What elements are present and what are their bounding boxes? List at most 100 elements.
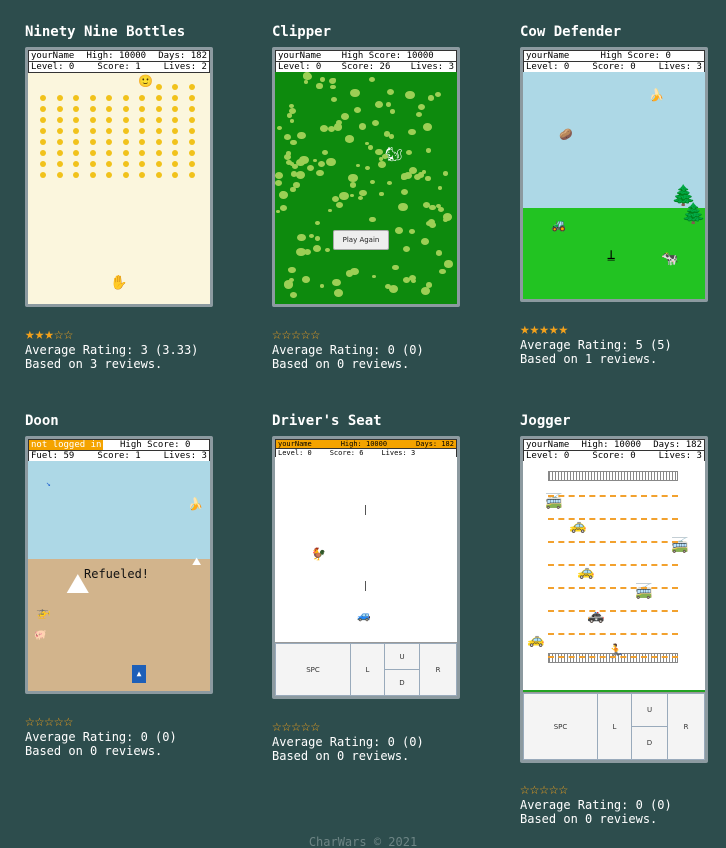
hud-days: Days: 182 bbox=[653, 440, 702, 450]
game-message: Refueled! bbox=[84, 567, 150, 581]
bottle-sprite bbox=[40, 95, 46, 101]
bottle-sprite bbox=[73, 95, 79, 101]
bush-sprite bbox=[288, 267, 293, 272]
bottle-sprite bbox=[188, 172, 195, 178]
bottle-sprite bbox=[106, 95, 112, 101]
game-title[interactable]: Clipper bbox=[272, 24, 472, 40]
left-button[interactable]: L bbox=[597, 693, 632, 760]
bush-sprite bbox=[313, 245, 322, 253]
game-playfield: ↘ 🍌 ⛰ ⛰ Refueled! 🚁 🐖 ▲ bbox=[28, 461, 210, 691]
game-thumbnail[interactable]: yourName High: 10000 Days: 182 Level: 0 Sco… bbox=[520, 436, 708, 763]
game-thumbnail[interactable]: yourName High: 10000 Days: 182 Level: 0 Sco… bbox=[272, 436, 460, 699]
bush-sprite bbox=[329, 78, 337, 85]
review-count: Based on 0 reviews. bbox=[272, 357, 410, 371]
play-again-button[interactable]: Play Again bbox=[333, 230, 389, 250]
hud-lives: Lives: 3 bbox=[381, 449, 416, 457]
game-card-clipper[interactable]: Clipper yourName High Score: 10000 Level:… bbox=[272, 24, 472, 371]
bottle-sprite bbox=[139, 139, 145, 145]
hud-lives: Lives: 3 bbox=[658, 62, 702, 72]
bush-sprite bbox=[307, 165, 315, 172]
road-marker bbox=[365, 581, 366, 591]
bush-sprite bbox=[405, 90, 415, 99]
game-card-ninety-nine-bottles[interactable]: Ninety Nine Bottles yourName High: 10000 D… bbox=[25, 24, 225, 371]
bottle-sprite bbox=[73, 150, 79, 156]
bush-sprite bbox=[398, 202, 408, 211]
bottle-sprite bbox=[172, 172, 178, 178]
game-title[interactable]: Cow Defender bbox=[520, 24, 720, 40]
bottle-sprite bbox=[56, 161, 63, 167]
bush-sprite bbox=[425, 282, 433, 288]
review-count: Based on 3 reviews. bbox=[25, 357, 163, 371]
bush-sprite bbox=[327, 208, 333, 213]
average-rating: Average Rating: 0 (0) bbox=[25, 730, 177, 744]
bottle-sprite bbox=[172, 84, 178, 90]
right-button[interactable]: R bbox=[667, 693, 705, 760]
space-button[interactable]: SPC bbox=[523, 693, 598, 760]
game-title[interactable]: Doon bbox=[25, 413, 225, 429]
hud-score: Score: 1 bbox=[97, 451, 141, 461]
game-card-cow-defender[interactable]: Cow Defender yourName High Score: 0 Level… bbox=[520, 24, 720, 366]
down-button[interactable]: D bbox=[631, 726, 668, 760]
bottle-sprite bbox=[188, 139, 195, 145]
bush-sprite bbox=[332, 278, 341, 286]
hud-player: yourName bbox=[278, 440, 312, 448]
lane-divider bbox=[548, 656, 678, 658]
bush-sprite bbox=[421, 169, 427, 174]
rock-icon: ⛰ bbox=[192, 555, 202, 568]
hud-fuel: Fuel: 59 bbox=[31, 451, 75, 461]
bottle-sprite bbox=[56, 150, 63, 156]
bottle-sprite bbox=[40, 106, 46, 112]
bush-sprite bbox=[444, 260, 453, 268]
rating-stars: ★★★★★ bbox=[520, 319, 569, 338]
hud-high: High: 10000 bbox=[340, 440, 388, 448]
bush-sprite bbox=[320, 284, 325, 288]
game-thumbnail[interactable]: yourName High Score: 0 Level: 0 Score: 0 Li… bbox=[520, 47, 708, 302]
game-title[interactable]: Ninety Nine Bottles bbox=[25, 24, 225, 40]
space-button[interactable]: SPC bbox=[275, 643, 351, 696]
right-button[interactable]: R bbox=[419, 643, 457, 696]
bottle-sprite bbox=[89, 117, 96, 123]
game-title[interactable]: Jogger bbox=[520, 413, 720, 429]
up-button[interactable]: U bbox=[384, 643, 420, 670]
bush-sprite bbox=[426, 148, 432, 154]
bush-sprite bbox=[350, 193, 355, 198]
up-button[interactable]: U bbox=[631, 693, 668, 727]
bush-sprite bbox=[275, 172, 284, 180]
finish-fence bbox=[548, 471, 678, 481]
lane-divider bbox=[548, 610, 678, 612]
bottle-sprite bbox=[122, 150, 129, 156]
bush-sprite bbox=[402, 245, 410, 252]
bottle-sprite bbox=[139, 117, 145, 123]
game-thumbnail[interactable]: not logged in High Score: 0 Fuel: 59 Score… bbox=[25, 436, 213, 694]
bottle-sprite bbox=[155, 106, 162, 112]
bottle-sprite bbox=[139, 106, 145, 112]
game-title[interactable]: Driver's Seat bbox=[272, 413, 472, 429]
down-button[interactable]: D bbox=[384, 669, 420, 696]
left-button[interactable]: L bbox=[350, 643, 385, 696]
hud-high: High Score: 0 bbox=[120, 440, 191, 450]
game-hud: yourName High: 10000 Days: 182 Level: 0 Sco… bbox=[523, 439, 705, 462]
bush-sprite bbox=[303, 72, 313, 81]
bush-sprite bbox=[339, 191, 349, 200]
bottle-sprite bbox=[139, 128, 145, 134]
bottle-sprite bbox=[139, 95, 145, 101]
bush-sprite bbox=[389, 134, 395, 139]
game-thumbnail[interactable]: yourName High Score: 10000 Level: 0 Score:… bbox=[272, 47, 460, 307]
tree-icon: 🌲 bbox=[681, 201, 705, 225]
hud-high: High Score: 10000 bbox=[341, 51, 434, 61]
game-thumbnail[interactable]: yourName High: 10000 Days: 182 Level: 0 Sco… bbox=[25, 47, 213, 307]
game-card-jogger[interactable]: Jogger yourName High: 10000 Days: 182 Leve… bbox=[520, 413, 720, 826]
bush-sprite bbox=[387, 181, 392, 185]
bush-sprite bbox=[367, 145, 373, 150]
bush-sprite bbox=[314, 236, 321, 242]
login-status-badge[interactable]: not logged in bbox=[29, 440, 104, 450]
bush-sprite bbox=[290, 291, 297, 298]
bottle-sprite bbox=[106, 150, 112, 156]
bush-sprite bbox=[275, 209, 281, 214]
touch-controls: SPC L U D R bbox=[275, 642, 457, 696]
game-card-doon[interactable]: Doon not logged in High Score: 0 Fuel: 59… bbox=[25, 413, 225, 758]
bush-sprite bbox=[438, 186, 443, 190]
game-card-drivers-seat[interactable]: Driver's Seat yourName High: 10000 Days: 1… bbox=[272, 413, 472, 763]
bush-sprite bbox=[286, 113, 293, 119]
bush-sprite bbox=[333, 288, 343, 297]
